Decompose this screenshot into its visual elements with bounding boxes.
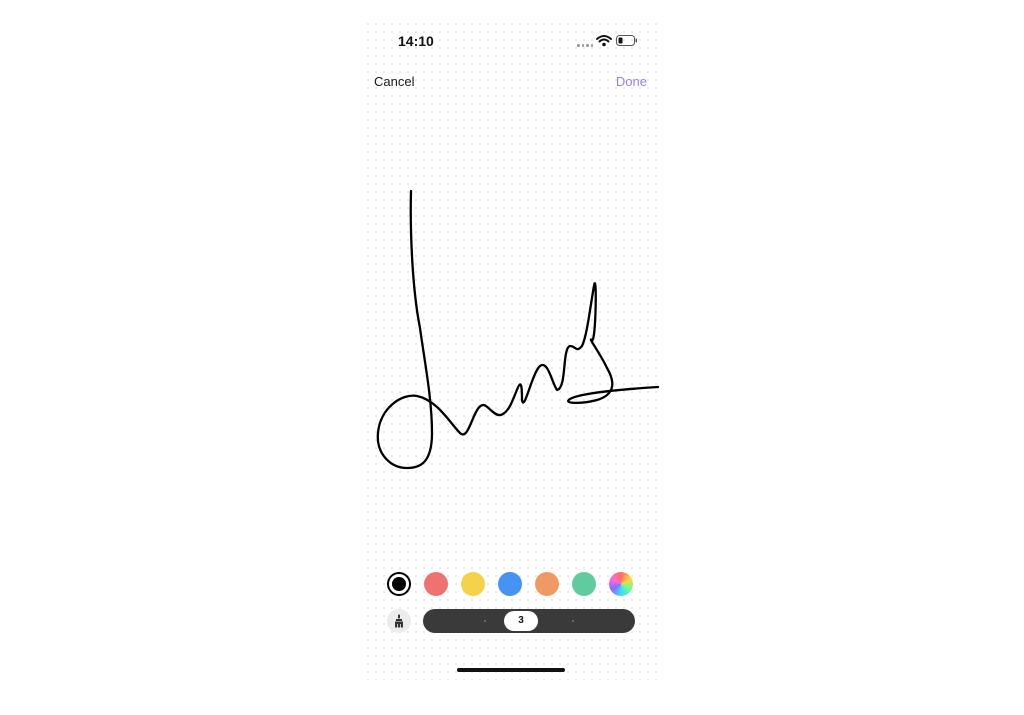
- brush-icon: [395, 614, 403, 628]
- stroke-width-thumb[interactable]: 3: [504, 611, 538, 631]
- signature-stroke: [376, 189, 660, 470]
- signature-canvas[interactable]: [362, 168, 662, 498]
- color-swatch-green[interactable]: [572, 572, 596, 596]
- color-swatch-blue[interactable]: [498, 572, 522, 596]
- stroke-width-slider[interactable]: 3: [423, 609, 635, 633]
- color-swatch-custom[interactable]: [609, 572, 633, 596]
- wifi-icon: [596, 35, 612, 47]
- color-swatch-black[interactable]: [387, 572, 411, 596]
- color-swatch-yellow[interactable]: [461, 572, 485, 596]
- slider-tick: [484, 620, 486, 622]
- battery-icon: [616, 35, 637, 46]
- brush-tool-button[interactable]: [387, 609, 411, 633]
- cancel-button[interactable]: Cancel: [374, 74, 414, 89]
- slider-tick: [572, 620, 574, 622]
- color-swatch-red[interactable]: [424, 572, 448, 596]
- color-swatch-orange[interactable]: [535, 572, 559, 596]
- color-palette: [386, 572, 636, 598]
- signature-screen: 14:10 Cancel Done 3: [362, 18, 662, 680]
- done-button[interactable]: Done: [616, 74, 647, 89]
- home-indicator: [457, 668, 565, 672]
- status-time: 14:10: [398, 33, 434, 49]
- cellular-signal-icon: [577, 44, 593, 47]
